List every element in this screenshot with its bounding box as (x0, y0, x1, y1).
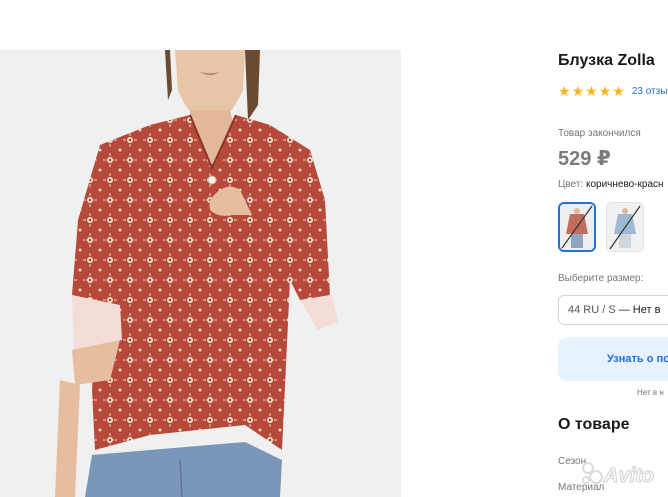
rating-row[interactable]: ★ ★ ★ ★ ★ 23 отзы (558, 84, 667, 98)
color-value: коричнево-красн (585, 179, 664, 190)
product-title: Блузка Zolla (558, 52, 655, 69)
availability-note: Нет в н (637, 388, 664, 397)
size-select[interactable]: 44 RU / S — Нет в (558, 295, 668, 325)
notify-availability-button[interactable]: Узнать о по (558, 337, 668, 381)
product-price: 529 ₽ (558, 148, 611, 170)
star-icon: ★ (585, 83, 598, 99)
color-variant-red[interactable] (558, 202, 596, 252)
about-heading: О товаре (558, 416, 630, 433)
color-variant-blue[interactable] (606, 202, 644, 252)
star-icon: ★ (612, 83, 625, 99)
color-label: Цвет: (558, 179, 584, 190)
product-info-panel: Блузка Zolla ★ ★ ★ ★ ★ 23 отзы Товар зак… (558, 0, 668, 497)
size-label: Выберите размер: (558, 273, 644, 284)
star-icon: ★ (598, 83, 612, 99)
stock-status: Товар закончился (558, 128, 641, 139)
star-icon: ★ (558, 83, 571, 99)
star-icon: ★ (571, 83, 585, 99)
size-availability: — Нет в (618, 304, 661, 316)
color-row: Цвет: коричнево-красн (558, 179, 664, 190)
product-main-photo[interactable] (0, 50, 401, 497)
reviews-link[interactable]: 23 отзы (632, 86, 668, 97)
watermark-text: Avito (603, 465, 654, 487)
size-value: 44 RU / S (568, 304, 616, 316)
avito-watermark: Avito (580, 458, 668, 488)
